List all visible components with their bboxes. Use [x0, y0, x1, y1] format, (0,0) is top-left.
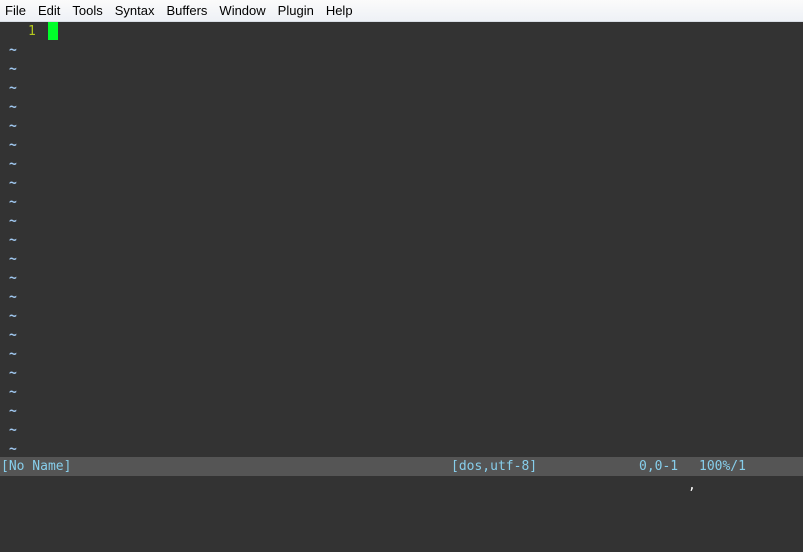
editor-line: 1: [0, 22, 803, 41]
menu-bar: File Edit Tools Syntax Buffers Window Pl…: [0, 0, 803, 22]
tilde-marker: ~: [9, 271, 17, 286]
tilde-marker: ~: [9, 119, 17, 134]
tilde-marker: ~: [9, 100, 17, 115]
tilde-marker: ~: [9, 214, 17, 229]
menu-help[interactable]: Help: [320, 0, 359, 21]
status-filename: [No Name]: [1, 459, 72, 474]
status-cursor-position: 0,0-1: [639, 459, 679, 474]
tilde-marker: ~: [9, 328, 17, 343]
menu-plugin[interactable]: Plugin: [272, 0, 320, 21]
line-number: 1: [28, 24, 36, 39]
tilde-marker: ~: [9, 423, 17, 438]
tilde-marker: ~: [9, 176, 17, 191]
tilde-marker: ~: [9, 366, 17, 381]
tilde-marker: ~: [9, 385, 17, 400]
editor-area[interactable]: 1 ~ ~ ~ ~ ~ ~ ~ ~ ~ ~ ~ ~ ~ ~ ~ ~ ~ ~ ~ ~ ~ ~: [0, 22, 803, 458]
tilde-marker: ~: [9, 43, 17, 58]
tilde-marker: ~: [9, 404, 17, 419]
menu-edit[interactable]: Edit: [32, 0, 66, 21]
tilde-marker: ~: [9, 309, 17, 324]
tilde-marker: ~: [9, 195, 17, 210]
tilde-marker: ~: [9, 290, 17, 305]
text-cursor: [48, 22, 58, 40]
status-file-format: [dos,utf-8]: [451, 459, 538, 474]
status-scroll-percent: 100%/1: [699, 459, 746, 474]
tilde-marker: ~: [9, 252, 17, 267]
menu-buffers[interactable]: Buffers: [160, 0, 213, 21]
command-line[interactable]: ,: [0, 476, 803, 499]
tilde-marker: ~: [9, 347, 17, 362]
menu-file[interactable]: File: [0, 0, 32, 21]
tilde-marker: ~: [9, 62, 17, 77]
menu-tools[interactable]: Tools: [66, 0, 108, 21]
command-line-text: ,: [688, 478, 696, 493]
tilde-marker: ~: [9, 138, 17, 153]
menu-syntax[interactable]: Syntax: [109, 0, 161, 21]
menu-window[interactable]: Window: [213, 0, 271, 21]
status-line: [No Name] [dos,utf-8] 0,0-1 100%/1: [0, 457, 803, 476]
tilde-marker: ~: [9, 157, 17, 172]
tilde-marker: ~: [9, 81, 17, 96]
tilde-marker: ~: [9, 233, 17, 248]
